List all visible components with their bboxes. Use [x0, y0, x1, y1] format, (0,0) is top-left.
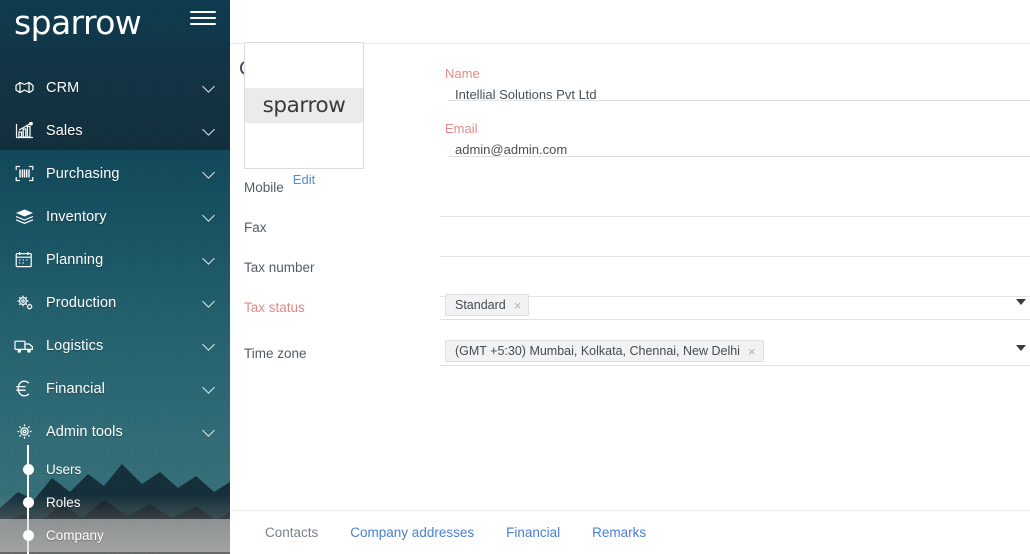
- bottom-tab-bar: Contacts Company addresses Financial Rem…: [230, 510, 1030, 554]
- chevron-down-icon[interactable]: [202, 337, 215, 351]
- field-label-fax: Fax: [244, 220, 267, 235]
- calendar-icon: [13, 250, 35, 270]
- field-label-time-zone: Time zone: [244, 346, 307, 361]
- sidebar-item-logistics[interactable]: Logistics: [0, 324, 230, 367]
- sidebar-item-planning[interactable]: Planning: [0, 238, 230, 281]
- tab-remarks[interactable]: Remarks: [592, 525, 646, 540]
- barcode-icon: [13, 164, 35, 184]
- brand-logo[interactable]: sparrow: [14, 6, 142, 39]
- sidebar-item-users[interactable]: Users: [0, 453, 230, 486]
- company-form: Name Intellial Solutions Pvt Ltd Email a…: [230, 44, 1030, 366]
- sidebar-item-purchasing[interactable]: Purchasing: [0, 152, 230, 195]
- truck-icon: [13, 336, 35, 356]
- field-label-name: Name: [445, 66, 480, 81]
- sidebar-item-admin-tools[interactable]: Admin tools: [0, 410, 230, 453]
- field-row-time-zone: Time zone (GMT +5:30) Mumbai, Kolkata, C…: [230, 314, 1030, 366]
- gears-icon: [13, 293, 35, 313]
- chevron-down-icon[interactable]: [202, 208, 215, 222]
- sidebar-item-label: Roles: [46, 495, 81, 510]
- chevron-down-icon[interactable]: [202, 79, 215, 93]
- chevron-down-icon[interactable]: [202, 165, 215, 179]
- field-label-email: Email: [445, 121, 478, 136]
- field-row-name: Name Intellial Solutions Pvt Ltd: [230, 44, 1030, 102]
- sidebar-item-production[interactable]: Production: [0, 281, 230, 324]
- sidebar-item-financial[interactable]: Financial: [0, 367, 230, 410]
- field-label-tax-status: Tax status: [244, 300, 305, 315]
- dropdown-caret-icon[interactable]: [1016, 345, 1026, 351]
- sidebar-item-label: Purchasing: [46, 165, 120, 182]
- chevron-down-icon[interactable]: [202, 122, 215, 136]
- euro-icon: [13, 379, 35, 399]
- field-row-tax-status: Tax status Standard ×: [230, 274, 1030, 320]
- gear-icon: [13, 422, 35, 442]
- field-row-mobile: Mobile: [230, 154, 1030, 217]
- tag-chip-label: (GMT +5:30) Mumbai, Kolkata, Chennai, Ne…: [455, 344, 740, 358]
- sidebar-item-label: Company: [46, 528, 104, 543]
- top-bar: [230, 0, 1030, 44]
- sidebar-item-label: Inventory: [46, 208, 107, 225]
- field-label-mobile: Mobile: [244, 180, 284, 195]
- field-label-tax-number: Tax number: [244, 260, 315, 275]
- sidebar-item-label: Admin tools: [46, 423, 123, 440]
- sidebar-item-crm[interactable]: CRM: [0, 66, 230, 109]
- field-row-fax: Fax: [230, 194, 1030, 257]
- tag-chip-tax-status[interactable]: Standard ×: [445, 294, 530, 316]
- chevron-down-icon[interactable]: [202, 423, 215, 437]
- bar-chart-icon: [13, 121, 35, 141]
- sidebar-item-roles[interactable]: Roles: [0, 486, 230, 519]
- close-icon[interactable]: ×: [514, 299, 522, 312]
- sidebar-item-company[interactable]: Company: [0, 519, 230, 552]
- sidebar-nav: CRM Sales Purchasing Inventory Planning …: [0, 66, 230, 554]
- submenu-dot-icon: [22, 464, 34, 475]
- sidebar-item-inventory[interactable]: Inventory: [0, 195, 230, 238]
- sidebar-item-label: Sales: [46, 122, 83, 139]
- tab-company-addresses[interactable]: Company addresses: [350, 525, 474, 540]
- sidebar-item-label: CRM: [46, 79, 80, 96]
- app-root: sparrow CRM Sales Purchasing Inventory P…: [0, 0, 1030, 554]
- field-row-tax-number: Tax number: [230, 234, 1030, 297]
- chevron-down-icon[interactable]: [202, 294, 215, 308]
- sidebar-item-label: Logistics: [46, 337, 104, 354]
- sidebar-item-label: Financial: [46, 380, 105, 397]
- brand-row: sparrow: [0, 0, 230, 44]
- field-row-email: Email admin@admin.com: [230, 99, 1030, 157]
- submenu-dot-icon: [22, 530, 34, 541]
- sidebar-item-label: Planning: [46, 251, 104, 268]
- tab-financial[interactable]: Financial: [506, 525, 560, 540]
- chevron-down-icon[interactable]: [202, 251, 215, 265]
- tag-chip-time-zone[interactable]: (GMT +5:30) Mumbai, Kolkata, Chennai, Ne…: [445, 340, 764, 362]
- close-icon[interactable]: ×: [748, 345, 756, 358]
- handshake-icon: [13, 78, 35, 98]
- layers-icon: [13, 207, 35, 227]
- tab-contacts[interactable]: Contacts: [265, 525, 318, 540]
- admin-tools-submenu: Users Roles Company: [0, 445, 230, 554]
- main-content: Company sparrow Edit Name Intellial Solu…: [230, 0, 1030, 554]
- hamburger-icon[interactable]: [190, 8, 216, 28]
- sidebar: sparrow CRM Sales Purchasing Inventory P…: [0, 0, 230, 554]
- sidebar-item-label: Users: [46, 462, 82, 477]
- dropdown-caret-icon[interactable]: [1016, 299, 1026, 305]
- tag-chip-label: Standard: [455, 298, 506, 312]
- sidebar-item-sales[interactable]: Sales: [0, 109, 230, 152]
- chevron-down-icon[interactable]: [202, 380, 215, 394]
- field-underline: [440, 365, 1030, 366]
- submenu-dot-icon: [22, 497, 34, 508]
- sidebar-item-label: Production: [46, 294, 117, 311]
